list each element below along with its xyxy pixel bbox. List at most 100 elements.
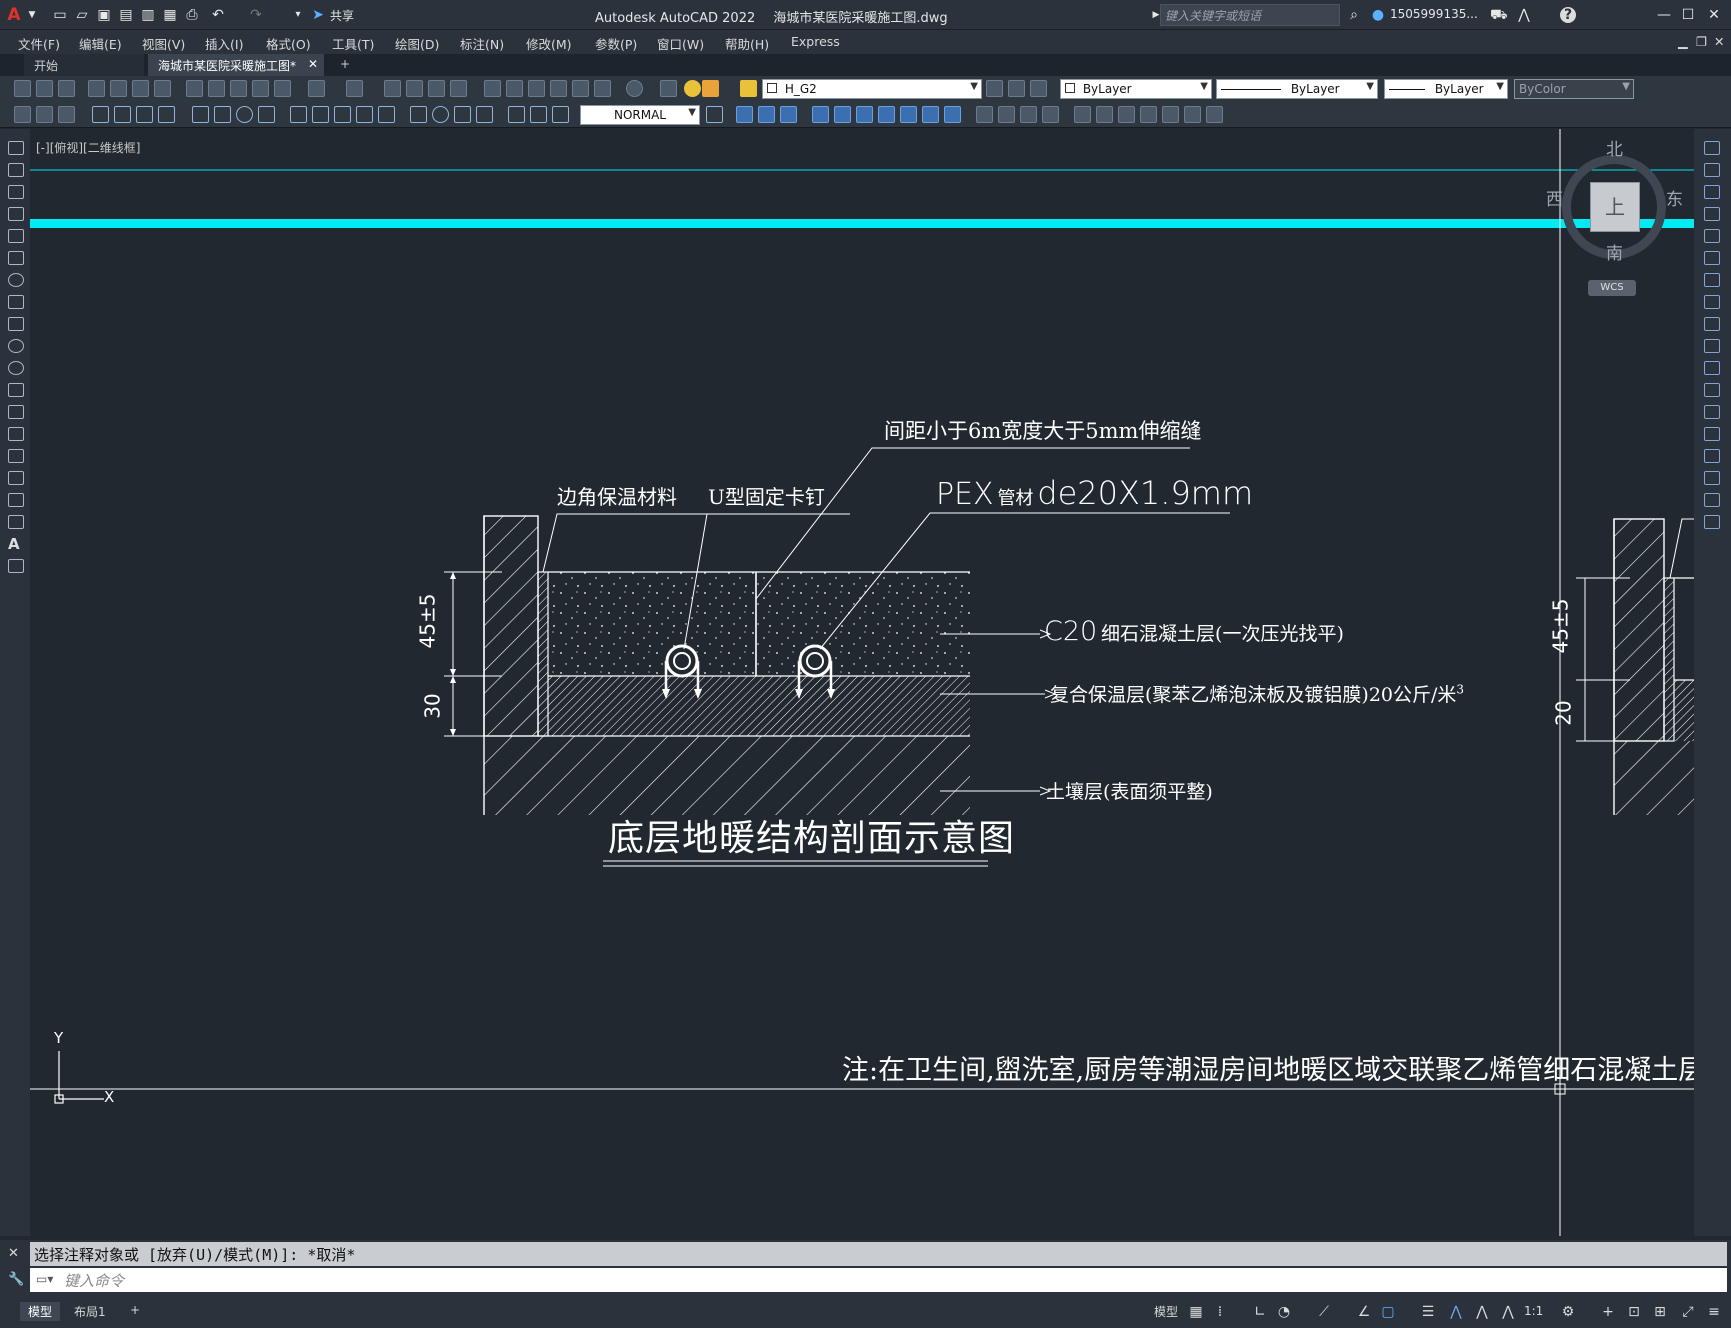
inspect-icon[interactable] bbox=[454, 106, 471, 123]
lineweight-dropdown[interactable]: ByLayer ▼ bbox=[1384, 79, 1508, 99]
customize-qat-icon[interactable]: ▾ bbox=[290, 7, 306, 23]
make-current-icon[interactable] bbox=[986, 80, 1003, 97]
menu-parametric[interactable]: 参数(P) bbox=[595, 34, 637, 53]
doc-restore-icon[interactable]: ❐ bbox=[1696, 34, 1707, 49]
import-icon[interactable] bbox=[1162, 106, 1179, 123]
polar-icon[interactable]: ◔ bbox=[1276, 1304, 1292, 1320]
dim-diameter-icon[interactable] bbox=[236, 106, 253, 123]
zoom-realtime-icon[interactable] bbox=[406, 80, 423, 97]
workspace-gear-icon[interactable]: ⚙ bbox=[1560, 1304, 1576, 1320]
grid-icon[interactable]: ▦ bbox=[1188, 1304, 1204, 1320]
layer-lock-icon[interactable] bbox=[740, 80, 757, 97]
blend-curves-icon[interactable] bbox=[1704, 493, 1720, 507]
dim-update-icon[interactable] bbox=[552, 106, 569, 123]
dim-edit-icon[interactable] bbox=[508, 106, 525, 123]
draworder-bottom-icon[interactable] bbox=[922, 106, 939, 123]
dim-ordinate-icon[interactable] bbox=[158, 106, 175, 123]
tab-close-icon[interactable]: ✕ bbox=[308, 57, 318, 71]
region-icon[interactable] bbox=[8, 493, 24, 507]
dim-space-icon[interactable] bbox=[356, 106, 373, 123]
quick-dim-icon[interactable] bbox=[290, 106, 307, 123]
draworder-all-icon[interactable] bbox=[878, 106, 895, 123]
tab-layout1[interactable]: 布局1 bbox=[66, 1302, 114, 1321]
group-edit-icon[interactable] bbox=[1020, 106, 1037, 123]
viewcube[interactable]: 上 北 南 西 东 WCS bbox=[1540, 135, 1690, 305]
command-close-icon[interactable]: ✕ bbox=[8, 1246, 19, 1261]
extend-icon[interactable] bbox=[1704, 361, 1720, 375]
qnew-icon[interactable] bbox=[14, 80, 31, 97]
search-icon[interactable]: ⌕ bbox=[1346, 7, 1362, 23]
dim-aligned-icon[interactable] bbox=[114, 106, 131, 123]
preview-icon[interactable] bbox=[110, 80, 127, 97]
user-icon[interactable]: ● bbox=[1370, 7, 1386, 23]
tab-drawing[interactable]: 海城市某医院采暖施工图* ✕ bbox=[148, 54, 324, 76]
join-icon[interactable] bbox=[1704, 427, 1720, 441]
share-label[interactable]: 共享 bbox=[330, 7, 354, 24]
undo-tool-icon[interactable] bbox=[308, 80, 325, 97]
ellipse-icon[interactable] bbox=[8, 339, 24, 353]
dim-angular-icon[interactable] bbox=[258, 106, 275, 123]
annotation-scale-value[interactable]: 1:1 bbox=[1524, 1304, 1543, 1318]
draworder-hatch-icon[interactable] bbox=[900, 106, 917, 123]
array-icon[interactable] bbox=[1704, 229, 1720, 243]
draworder-text-icon[interactable] bbox=[812, 106, 829, 123]
save-web-icon[interactable]: ▦ bbox=[162, 7, 178, 23]
polyline-icon[interactable] bbox=[8, 185, 24, 199]
viewcube-north[interactable]: 北 bbox=[1606, 135, 1623, 160]
close-icon[interactable]: ✕ bbox=[1706, 7, 1722, 23]
export-icon[interactable] bbox=[1184, 106, 1201, 123]
adjust-icon[interactable] bbox=[1140, 106, 1157, 123]
viewcube-face-top[interactable]: 上 bbox=[1590, 182, 1640, 232]
save-icon[interactable]: ▣ bbox=[96, 7, 112, 23]
redo-tool-icon[interactable] bbox=[346, 80, 363, 97]
draworder-front-icon[interactable] bbox=[736, 106, 753, 123]
hyperlink-icon[interactable] bbox=[1206, 106, 1223, 123]
erase-icon[interactable] bbox=[1704, 141, 1720, 155]
layer-previous-icon[interactable] bbox=[1008, 80, 1025, 97]
group-select-icon[interactable] bbox=[1042, 106, 1059, 123]
isodraft-icon[interactable]: ⟋ bbox=[1316, 1304, 1332, 1320]
design-center-icon[interactable] bbox=[506, 80, 523, 97]
hatch-icon[interactable] bbox=[8, 449, 24, 463]
draworder-above-icon[interactable] bbox=[780, 106, 797, 123]
draworder-dims-icon[interactable] bbox=[834, 106, 851, 123]
tool-palettes-icon[interactable] bbox=[528, 80, 545, 97]
add-selected-icon[interactable] bbox=[8, 559, 24, 573]
share-icon[interactable]: ➤ bbox=[310, 7, 326, 23]
wcs-button[interactable]: WCS bbox=[1588, 280, 1636, 296]
layer-on-icon[interactable] bbox=[684, 80, 701, 97]
dim-break-icon[interactable] bbox=[378, 106, 395, 123]
quick-properties-icon[interactable]: ⊞ bbox=[1652, 1304, 1668, 1320]
menu-tools[interactable]: 工具(T) bbox=[332, 34, 374, 53]
dim-text-edit-icon[interactable] bbox=[530, 106, 547, 123]
annotation-scale-icon[interactable]: ⋀ bbox=[1500, 1304, 1516, 1320]
menu-modify[interactable]: 修改(M) bbox=[526, 34, 572, 53]
doc-close-icon[interactable]: ✕ bbox=[1714, 34, 1724, 49]
ungroup-icon[interactable] bbox=[998, 106, 1015, 123]
lineweight-icon[interactable]: ☰ bbox=[1420, 1304, 1436, 1320]
open-file-icon[interactable]: ▱ bbox=[74, 7, 90, 23]
command-settings-icon[interactable]: 🔧 bbox=[8, 1272, 24, 1287]
arc-icon[interactable] bbox=[8, 251, 24, 265]
undo-icon[interactable]: ↶ bbox=[210, 7, 226, 23]
table-icon[interactable] bbox=[8, 515, 24, 529]
draworder-under-icon[interactable] bbox=[944, 106, 961, 123]
insert-block-icon[interactable] bbox=[1074, 106, 1091, 123]
pan-icon[interactable] bbox=[384, 80, 401, 97]
viewcube-south[interactable]: 南 bbox=[1606, 239, 1623, 264]
layer-properties-icon[interactable] bbox=[660, 80, 677, 97]
chamfer-icon[interactable] bbox=[1704, 449, 1720, 463]
scale-icon[interactable] bbox=[1704, 295, 1720, 309]
new-file-icon[interactable]: ▭ bbox=[52, 7, 68, 23]
menu-express[interactable]: Express bbox=[791, 34, 840, 49]
dim-radius-icon[interactable] bbox=[192, 106, 209, 123]
menu-view[interactable]: 视图(V) bbox=[142, 34, 185, 53]
3d-print-icon[interactable] bbox=[154, 80, 171, 97]
cut-icon[interactable] bbox=[186, 80, 203, 97]
viewcube-west[interactable]: 西 bbox=[1546, 185, 1563, 210]
move-icon[interactable] bbox=[1704, 251, 1720, 265]
auto-scale-icon[interactable]: ⋀ bbox=[1474, 1304, 1490, 1320]
multiline-text-icon[interactable]: A bbox=[8, 537, 24, 552]
menu-window[interactable]: 窗口(W) bbox=[657, 34, 704, 53]
match-prop-icon[interactable] bbox=[252, 80, 269, 97]
